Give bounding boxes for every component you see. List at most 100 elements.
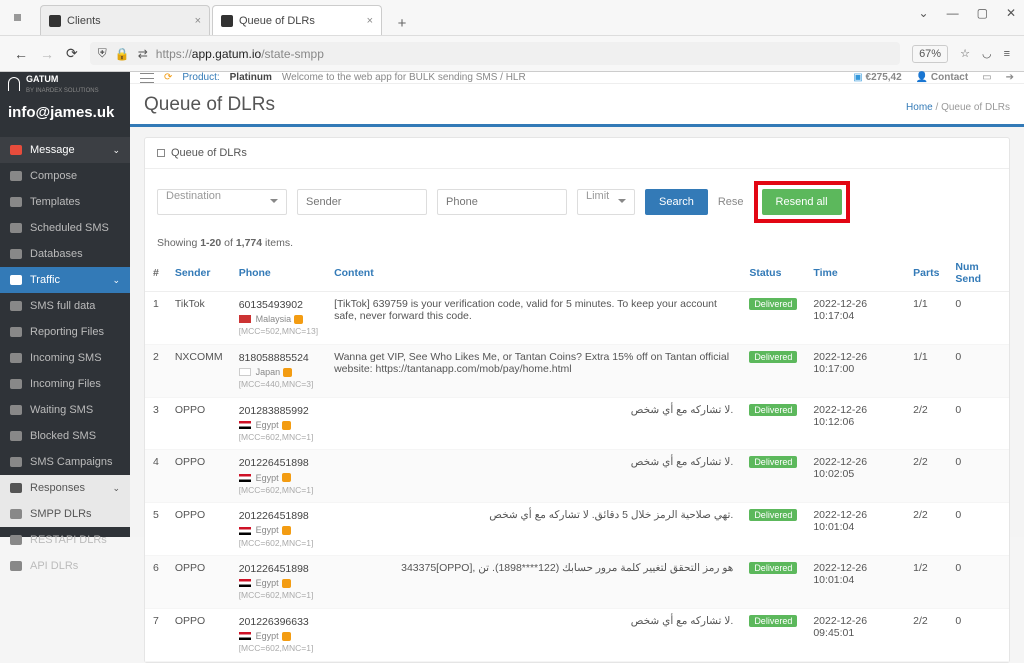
- sidebar-item-smsfull[interactable]: SMS full data: [0, 293, 130, 319]
- breadcrumb-home[interactable]: Home: [906, 102, 933, 113]
- cell-status: Delivered: [741, 397, 805, 450]
- flag-icon[interactable]: ▭: [982, 72, 991, 83]
- sidebar-item-waiting[interactable]: Waiting SMS: [0, 397, 130, 423]
- cell-parts: 1/2: [905, 556, 947, 609]
- col-numsend[interactable]: Num Send: [947, 255, 1009, 292]
- sidebar-item-scheduled[interactable]: Scheduled SMS: [0, 215, 130, 241]
- cell-sender: OPPO: [167, 397, 231, 450]
- logout-icon[interactable]: ➔: [1006, 72, 1014, 83]
- back-button[interactable]: ←: [14, 46, 28, 62]
- cell-status: Delivered: [741, 503, 805, 556]
- favicon: [221, 15, 233, 27]
- col-status[interactable]: Status: [741, 255, 805, 292]
- sidebar-item-apidlrs[interactable]: API DLRs: [0, 553, 130, 579]
- close-window-button[interactable]: ✕: [1006, 6, 1016, 20]
- cell-idx: 5: [145, 503, 167, 556]
- sidebar-item-campaigns[interactable]: SMS Campaigns: [0, 449, 130, 475]
- col-parts[interactable]: Parts: [905, 255, 947, 292]
- brand: GATUMBY INARDEX SOLUTIONS: [0, 72, 130, 96]
- url-path: /state-smpp: [261, 47, 324, 61]
- megaphone-icon: [10, 457, 22, 467]
- chevron-down-icon[interactable]: ⌄: [919, 6, 929, 20]
- table-row: 2NXCOMM818058885524 Japan [MCC=440,MNC=3…: [145, 344, 1009, 397]
- browser-tab-queue[interactable]: Queue of DLRs ×: [212, 5, 382, 35]
- close-icon[interactable]: ×: [367, 15, 373, 27]
- topbar: ⟳ Product: Platinum Welcome to the web a…: [130, 72, 1024, 84]
- col-time[interactable]: Time: [805, 255, 905, 292]
- main-content: ⟳ Product: Platinum Welcome to the web a…: [130, 72, 1024, 537]
- sidebar-item-compose[interactable]: Compose: [0, 163, 130, 189]
- reload-button[interactable]: ⟳: [66, 45, 78, 62]
- close-icon[interactable]: ×: [195, 15, 201, 27]
- sidebar-item-traffic[interactable]: Traffic⌄: [0, 267, 130, 293]
- cell-phone: 60135493902 Malaysia [MCC=502,MNC=13]: [231, 292, 326, 345]
- api-icon: [10, 561, 22, 571]
- resend-all-button[interactable]: Resend all: [762, 189, 842, 215]
- sidebar-item-blocked[interactable]: Blocked SMS: [0, 423, 130, 449]
- sender-input[interactable]: [297, 189, 427, 215]
- table-row: 1TikTok60135493902 Malaysia [MCC=502,MNC…: [145, 292, 1009, 345]
- sidebar-item-smpp[interactable]: SMPP DLRs: [0, 501, 130, 527]
- cell-phone: 201226451898 Egypt [MCC=602,MNC=1]: [231, 450, 326, 503]
- block-icon: [10, 431, 22, 441]
- minimize-button[interactable]: —: [947, 6, 959, 20]
- new-tab-button[interactable]: +: [390, 11, 414, 35]
- browser-tab-clients[interactable]: Clients ×: [40, 5, 210, 35]
- sidebar-item-templates[interactable]: Templates: [0, 189, 130, 215]
- star-icon[interactable]: ☆: [960, 47, 970, 60]
- menu-toggle-icon[interactable]: [140, 73, 154, 83]
- flag-icon: [239, 315, 251, 323]
- sidebar-item-incomingfiles[interactable]: Incoming Files: [0, 371, 130, 397]
- sidebar-item-responses[interactable]: Responses⌄: [0, 475, 130, 501]
- menu-icon[interactable]: ≡: [1004, 48, 1010, 60]
- sidebar-item-restapi[interactable]: RESTAPI DLRs: [0, 527, 130, 553]
- dlr-table: # Sender Phone Content Status Time Parts…: [145, 255, 1009, 662]
- operator-icon: [282, 632, 291, 641]
- cell-idx: 3: [145, 397, 167, 450]
- maximize-button[interactable]: ▢: [977, 6, 988, 20]
- col-idx[interactable]: #: [145, 255, 167, 292]
- cell-numsend: 0: [947, 450, 1009, 503]
- forward-button[interactable]: →: [40, 46, 54, 62]
- sidebar-item-message[interactable]: Message⌄: [0, 137, 130, 163]
- pocket-icon[interactable]: ◡: [982, 47, 992, 60]
- address-bar[interactable]: ⛨ 🔒 ⇄ https://app.gatum.io/state-smpp: [90, 42, 900, 65]
- caret-down-icon: [618, 199, 626, 207]
- cell-idx: 4: [145, 450, 167, 503]
- firefox-indicator: [14, 14, 21, 21]
- cell-idx: 6: [145, 556, 167, 609]
- search-button[interactable]: Search: [645, 189, 708, 215]
- resend-truncated-text: Rese: [718, 196, 744, 208]
- status-badge: Delivered: [749, 298, 797, 310]
- file-icon: [10, 327, 22, 337]
- destination-select[interactable]: Destination: [157, 189, 287, 215]
- flag-icon: [239, 368, 251, 376]
- col-phone[interactable]: Phone: [231, 255, 326, 292]
- clock-icon: [10, 223, 22, 233]
- flag-icon: [239, 421, 251, 429]
- col-sender[interactable]: Sender: [167, 255, 231, 292]
- contact-link[interactable]: Contact: [931, 72, 968, 83]
- sidebar-item-incomingsms[interactable]: Incoming SMS: [0, 345, 130, 371]
- flag-icon: [239, 579, 251, 587]
- cell-numsend: 0: [947, 344, 1009, 397]
- sidebar-item-databases[interactable]: Databases: [0, 241, 130, 267]
- table-row: 5OPPO201226451898 Egypt [MCC=602,MNC=1].…: [145, 503, 1009, 556]
- col-content[interactable]: Content: [326, 255, 741, 292]
- cell-numsend: 0: [947, 397, 1009, 450]
- operator-icon: [283, 368, 292, 377]
- phone-input[interactable]: [437, 189, 567, 215]
- traffic-icon: [10, 275, 22, 285]
- cell-time: 2022-12-26 10:01:04: [805, 556, 905, 609]
- cell-status: Delivered: [741, 608, 805, 661]
- operator-icon: [282, 473, 291, 482]
- sidebar-item-reporting[interactable]: Reporting Files: [0, 319, 130, 345]
- breadcrumb-current: Queue of DLRs: [941, 102, 1010, 113]
- limit-select[interactable]: Limit: [577, 189, 635, 215]
- cell-status: Delivered: [741, 344, 805, 397]
- status-badge: Delivered: [749, 456, 797, 468]
- status-badge: Delivered: [749, 562, 797, 574]
- zoom-indicator[interactable]: 67%: [912, 45, 948, 63]
- favicon: [49, 15, 61, 27]
- refresh-icon[interactable]: ⟳: [164, 72, 172, 83]
